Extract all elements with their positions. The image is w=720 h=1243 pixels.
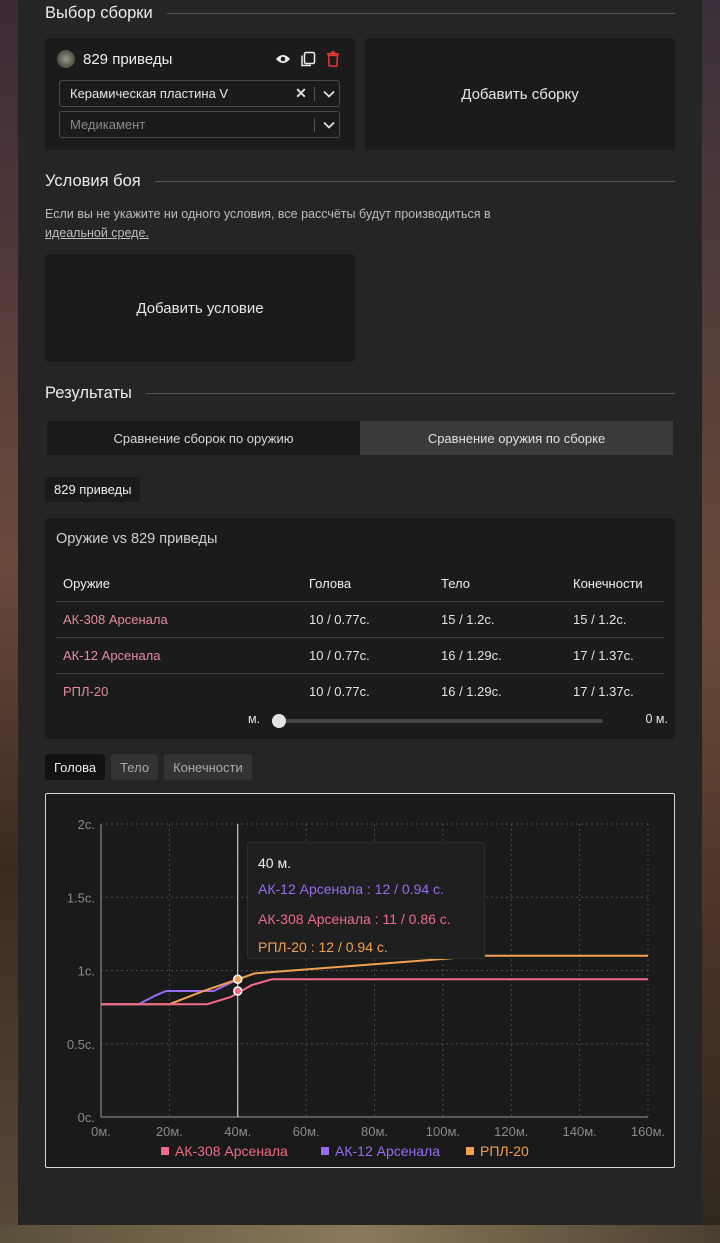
x-tick-label: 0м. <box>91 1124 111 1139</box>
trash-icon[interactable] <box>323 49 343 69</box>
table-cell: 15 / 1.2с. <box>434 601 566 638</box>
chevron-down-icon[interactable] <box>319 90 339 98</box>
tooltip-title: 40 м. <box>258 855 291 871</box>
x-tick-label: 100м. <box>426 1124 460 1139</box>
tab-limbs[interactable]: Конечности <box>164 754 252 780</box>
tooltip-line: АК-308 Арсенала : 11 / 0.86 с. <box>258 911 451 927</box>
selected-build-chip[interactable]: 829 приведы <box>45 477 141 502</box>
x-tick-label: 80м. <box>361 1124 388 1139</box>
build-avatar <box>57 50 75 68</box>
clear-icon[interactable]: ✕ <box>292 85 310 102</box>
table-cell: 10 / 0.77с. <box>309 684 370 699</box>
y-tick-label: 2с. <box>78 817 95 832</box>
weapon-name[interactable]: РПЛ-20 <box>56 674 302 710</box>
table-cell: 17 / 1.37с. <box>573 684 634 699</box>
legend-swatch <box>321 1147 329 1155</box>
add-condition-button[interactable]: Добавить условие <box>45 254 355 362</box>
legend-swatch <box>161 1147 169 1155</box>
table-cell: 10 / 0.77с. <box>302 637 434 674</box>
x-tick-label: 140м. <box>563 1124 597 1139</box>
tab-head[interactable]: Голова <box>45 754 106 780</box>
background-left <box>0 0 18 1243</box>
table-row: АК-308 Арсенала 10 / 0.77с. 15 / 1.2с. 1… <box>56 601 664 638</box>
y-tick-label: 1с. <box>78 964 95 979</box>
y-tick-label: 1.5с. <box>67 890 95 905</box>
weapon-table: Оружие Голова Тело Конечности АК-308 Арс… <box>56 566 664 709</box>
build-name: 829 приведы <box>83 50 173 68</box>
x-tick-label: 160м. <box>631 1124 665 1139</box>
legend-label: АК-308 Арсенала <box>175 1143 288 1159</box>
conditions-section-title: Условия боя <box>45 172 675 191</box>
chart-tooltip: 40 м. АК-12 Арсенала : 12 / 0.94 с. АК-3… <box>247 842 485 959</box>
results-section-title: Результаты <box>45 384 675 403</box>
weapon-name[interactable]: АК-12 Арсенала <box>56 637 302 674</box>
hover-marker <box>233 974 243 985</box>
table-row: АК-12 Арсенала 10 / 0.77с. 16 / 1.29с. 1… <box>56 637 664 674</box>
tooltip-line: РПЛ-20 : 12 / 0.94 с. <box>258 939 388 955</box>
hover-marker <box>233 986 243 996</box>
distance-slider-track[interactable] <box>278 719 603 723</box>
x-tick-label: 40м. <box>224 1124 251 1139</box>
chevron-down-icon[interactable] <box>319 121 339 129</box>
calculator-panel: Выбор сборки 829 приведы Керамическая пл… <box>18 0 702 1225</box>
legend-label: РПЛ-20 <box>480 1143 529 1159</box>
table-cell: 17 / 1.37с. <box>566 637 664 674</box>
results-tabs: Сравнение сборок по оружию Сравнение ору… <box>47 421 673 455</box>
y-tick-label: 0.5с. <box>67 1037 95 1052</box>
x-tick-label: 20м. <box>156 1124 183 1139</box>
conditions-note: Если вы не укажите ни одного условия, вс… <box>45 207 491 240</box>
y-tick-label: 0с. <box>78 1110 95 1125</box>
medicine-select[interactable]: Медикамент <box>59 111 340 138</box>
tooltip-line: АК-12 Арсенала : 12 / 0.94 с. <box>258 881 444 897</box>
table-cell: 10 / 0.77с. <box>302 601 434 638</box>
tab-body[interactable]: Тело <box>111 754 159 780</box>
column-header-limbs: Конечности <box>566 566 664 602</box>
body-part-tabs: Голова Тело Конечности <box>45 754 252 780</box>
background-bottom <box>0 1225 720 1243</box>
legend-swatch <box>466 1147 474 1155</box>
x-tick-label: 120м. <box>494 1124 528 1139</box>
background-right <box>702 0 720 1243</box>
armor-select-value: Керамическая пластина V <box>70 86 229 101</box>
tab-compare-weapons-by-build[interactable]: Сравнение оружия по сборке <box>360 421 673 455</box>
weapon-name[interactable]: АК-308 Арсенала <box>56 601 302 638</box>
column-header-head: Голова <box>302 566 434 602</box>
table-header-row: Оружие Голова Тело Конечности <box>56 566 664 602</box>
builds-section-title: Выбор сборки <box>45 4 675 23</box>
table-title: Оружие vs 829 приведы <box>56 531 218 547</box>
distance-range: м. 0 м. <box>248 710 668 730</box>
copy-icon[interactable] <box>298 49 318 69</box>
tab-compare-builds-by-weapon[interactable]: Сравнение сборок по оружию <box>47 421 360 455</box>
column-header-body: Тело <box>434 566 566 602</box>
table-row: РПЛ-20 10 / 0.77с. 16 / 1.29с. 17 / 1.37… <box>56 674 664 710</box>
medicine-select-placeholder: Медикамент <box>70 117 146 132</box>
range-start-label: м. <box>248 712 261 726</box>
build-card: 829 приведы Керамическая пластина V ✕ Ме… <box>45 38 355 150</box>
range-value-label: 0 м. <box>645 712 669 726</box>
weapon-table-card: Оружие vs 829 приведы Оружие Голова Тело… <box>45 518 675 739</box>
armor-select[interactable]: Керамическая пластина V ✕ <box>59 80 340 107</box>
ideal-environment-link[interactable]: идеальной среде. <box>45 226 149 240</box>
table-cell: 15 / 1.2с. <box>566 601 664 638</box>
ttk-chart: 0с. 0.5с. 1с. 1.5с. 2с. 0м. 20м. 40м. 60м. 80м. 10… <box>45 793 675 1168</box>
add-build-button[interactable]: Добавить сборку <box>365 38 675 150</box>
column-header-weapon: Оружие <box>56 566 302 602</box>
build-header: 829 приведы <box>57 48 343 70</box>
table-cell: 16 / 1.29с. <box>441 684 502 699</box>
x-tick-label: 60м. <box>293 1124 320 1139</box>
table-cell: 16 / 1.29с. <box>434 637 566 674</box>
eye-icon[interactable] <box>273 49 293 69</box>
legend-label: АК-12 Арсенала <box>335 1143 440 1159</box>
distance-slider-thumb[interactable] <box>272 714 286 728</box>
